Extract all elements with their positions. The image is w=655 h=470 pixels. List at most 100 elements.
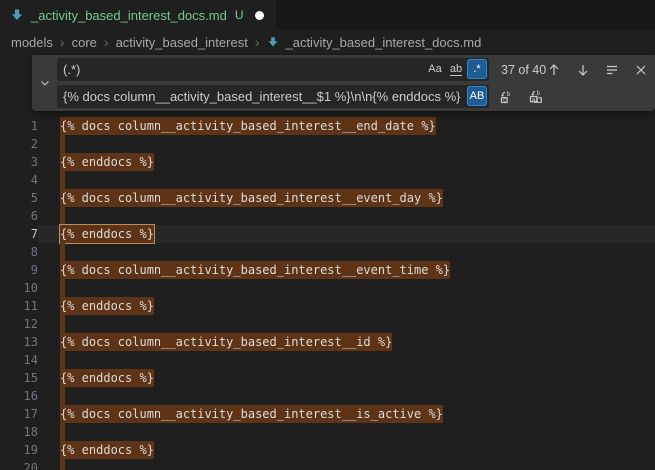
whole-word-toggle[interactable]: ab — [446, 59, 466, 79]
match-text: {% enddocs %} — [60, 153, 154, 171]
code-line[interactable]: 8 — [0, 243, 655, 261]
line-number: 1 — [0, 117, 38, 135]
line-content[interactable]: {% docs column__activity_based_interest_… — [38, 261, 655, 279]
line-content[interactable] — [38, 207, 655, 225]
line-content[interactable] — [38, 279, 655, 297]
line-content[interactable]: {% enddocs %} — [38, 369, 655, 387]
line-number: 11 — [0, 297, 38, 315]
code-line[interactable]: 5 {% docs column__activity_based_interes… — [0, 189, 655, 207]
next-match-button[interactable] — [575, 62, 591, 78]
code-line[interactable]: 11 {% enddocs %} — [0, 297, 655, 315]
line-content[interactable] — [38, 423, 655, 441]
code-line[interactable]: 3 {% enddocs %} — [0, 153, 655, 171]
code-line[interactable]: 2 — [0, 135, 655, 153]
replace-input[interactable]: {% docs column__activity_based_interest_… — [57, 85, 489, 108]
line-content[interactable] — [38, 171, 655, 189]
match-text: {% docs column__activity_based_interest_… — [60, 261, 450, 279]
replace-actions: b c b ac — [499, 89, 544, 105]
regex-toggle[interactable]: .* — [467, 59, 487, 79]
breadcrumb-item-core[interactable]: core — [72, 35, 97, 50]
find-replace-widget: (.*) Aa ab .* 37 of 40 — [32, 55, 655, 111]
line-content[interactable]: {% docs column__activity_based_interest_… — [38, 405, 655, 423]
svg-text:ac: ac — [532, 96, 539, 102]
toggle-replace-button[interactable] — [32, 55, 57, 111]
find-in-selection-button[interactable] — [604, 62, 620, 78]
line-number: 17 — [0, 405, 38, 423]
code-line[interactable]: 6 — [0, 207, 655, 225]
editor-pane[interactable]: (.*) Aa ab .* 37 of 40 — [0, 54, 655, 470]
find-widget-rows: (.*) Aa ab .* 37 of 40 — [57, 55, 655, 111]
previous-match-button[interactable] — [546, 62, 562, 78]
code-line[interactable]: 10 — [0, 279, 655, 297]
line-content[interactable]: {% docs column__activity_based_interest_… — [38, 189, 655, 207]
tab-title: _activity_based_interest_docs.md — [31, 8, 227, 23]
line-content[interactable] — [38, 135, 655, 153]
line-content[interactable]: {% enddocs %} — [38, 441, 655, 459]
code-line[interactable]: 17 {% docs column__activity_based_intere… — [0, 405, 655, 423]
line-number: 7 — [0, 225, 38, 243]
match-text — [60, 279, 65, 297]
find-input-value: (.*) — [63, 58, 419, 81]
match-text: {% docs column__activity_based_interest_… — [60, 333, 392, 351]
find-input[interactable]: (.*) Aa ab .* — [57, 58, 489, 81]
breadcrumb-item-file[interactable]: _activity_based_interest_docs.md — [266, 35, 481, 50]
modified-indicator-dot[interactable] — [255, 11, 264, 20]
find-options: Aa ab .* — [425, 59, 487, 79]
line-content[interactable] — [38, 459, 655, 470]
tab-bar: _activity_based_interest_docs.md U — [0, 0, 655, 30]
line-number: 5 — [0, 189, 38, 207]
line-content[interactable]: {% docs column__activity_based_interest_… — [38, 117, 655, 135]
line-number: 12 — [0, 315, 38, 333]
line-content[interactable] — [38, 243, 655, 261]
code-line[interactable]: 13 {% docs column__activity_based_intere… — [0, 333, 655, 351]
code-line[interactable]: 4 — [0, 171, 655, 189]
breadcrumb: models › core › activity_based_interest … — [0, 30, 655, 54]
match-count: 37 of 40 — [501, 63, 546, 77]
line-number: 16 — [0, 387, 38, 405]
line-content[interactable] — [38, 387, 655, 405]
replace-all-button[interactable]: b ac — [528, 89, 544, 105]
line-number: 8 — [0, 243, 38, 261]
match-text — [60, 387, 65, 405]
replace-icon: b c — [499, 89, 515, 105]
replace-options: AB — [467, 86, 487, 106]
breadcrumb-item-models[interactable]: models — [11, 35, 53, 50]
line-content[interactable]: {% enddocs %} — [38, 225, 655, 243]
line-content[interactable] — [38, 351, 655, 369]
code-area[interactable]: 1 {% docs column__activity_based_interes… — [0, 117, 655, 470]
close-find-widget-button[interactable] — [633, 62, 649, 78]
tab-activity-based-interest-docs[interactable]: _activity_based_interest_docs.md U — [0, 0, 276, 30]
line-number: 19 — [0, 441, 38, 459]
code-line[interactable]: 1 {% docs column__activity_based_interes… — [0, 117, 655, 135]
line-number: 15 — [0, 369, 38, 387]
code-line[interactable]: 14 — [0, 351, 655, 369]
code-line[interactable]: 18 — [0, 423, 655, 441]
replace-all-icon: b ac — [528, 89, 544, 105]
replace-input-value: {% docs column__activity_based_interest_… — [63, 85, 463, 108]
line-number: 6 — [0, 207, 38, 225]
code-line[interactable]: 7 {% enddocs %} — [0, 225, 655, 243]
code-line[interactable]: 12 — [0, 315, 655, 333]
chevron-right-icon: › — [60, 34, 65, 50]
preserve-case-toggle[interactable]: AB — [467, 86, 487, 106]
match-text: {% enddocs %} — [60, 369, 154, 387]
line-content[interactable]: {% enddocs %} — [38, 153, 655, 171]
breadcrumb-file-label: _activity_based_interest_docs.md — [285, 35, 481, 50]
arrow-down-icon — [575, 62, 591, 78]
match-text — [60, 351, 65, 369]
breadcrumb-item-activity-based-interest[interactable]: activity_based_interest — [116, 35, 248, 50]
code-line[interactable]: 15 {% enddocs %} — [0, 369, 655, 387]
code-line[interactable]: 9 {% docs column__activity_based_interes… — [0, 261, 655, 279]
match-case-toggle[interactable]: Aa — [425, 59, 445, 79]
match-text — [60, 315, 65, 333]
code-line[interactable]: 19 {% enddocs %} — [0, 441, 655, 459]
match-text: {% enddocs %} — [60, 225, 154, 243]
replace-row: {% docs column__activity_based_interest_… — [57, 85, 649, 108]
find-row: (.*) Aa ab .* 37 of 40 — [57, 58, 649, 81]
line-content[interactable] — [38, 315, 655, 333]
code-line[interactable]: 20 — [0, 459, 655, 470]
line-content[interactable]: {% docs column__activity_based_interest_… — [38, 333, 655, 351]
replace-button[interactable]: b c — [499, 89, 515, 105]
code-line[interactable]: 16 — [0, 387, 655, 405]
line-content[interactable]: {% enddocs %} — [38, 297, 655, 315]
